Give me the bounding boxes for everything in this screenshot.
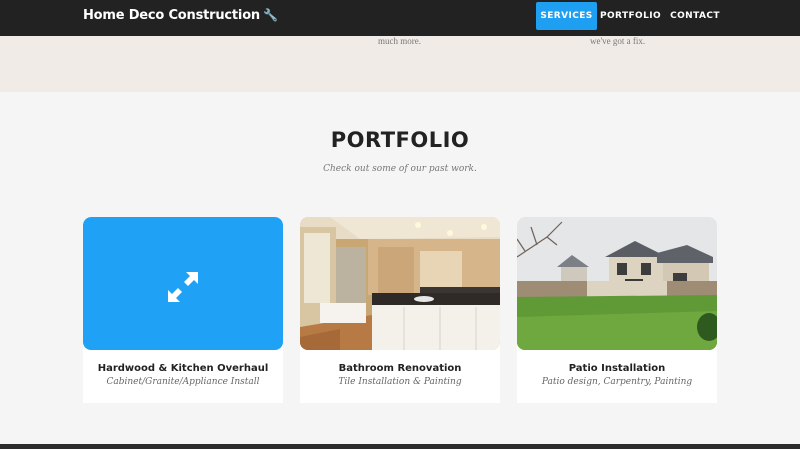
wrench-icon: 🔧 (262, 8, 278, 22)
portfolio-card-caption: Patio design, Carpentry, Painting (541, 377, 693, 387)
expand-icon (168, 272, 198, 302)
services-section: much more. we've got a fix. (0, 36, 800, 92)
portfolio-card[interactable]: Hardwood & Kitchen Overhaul Cabinet/Gran… (83, 217, 283, 403)
navbar: Home Deco Construction 🔧 SERVICES PORTFOL… (0, 0, 800, 36)
bathroom-photo[interactable] (300, 217, 500, 350)
nav-portfolio-link[interactable]: PORTFOLIO (600, 2, 661, 30)
house-patio-photo[interactable] (517, 217, 717, 350)
portfolio-hover-overlay[interactable] (83, 217, 283, 350)
portfolio-card-caption: Tile Installation & Painting (338, 377, 462, 387)
portfolio-card[interactable]: Patio Installation Patio design, Carpent… (517, 217, 717, 403)
service-description-fragment: we've got a fix. (590, 36, 646, 46)
portfolio-card-caption: Cabinet/Granite/Appliance Install (106, 377, 260, 387)
portfolio-card-title: Patio Installation (568, 363, 666, 374)
portfolio-card-title: Hardwood & Kitchen Overhaul (97, 363, 269, 374)
window-bottom-edge (0, 444, 800, 449)
portfolio-subheading: Check out some of our past work. (323, 164, 477, 174)
nav-services-link[interactable]: SERVICES (536, 2, 597, 30)
portfolio-card[interactable]: Bathroom Renovation Tile Installation & … (300, 217, 500, 403)
brand-link[interactable]: Home Deco Construction 🔧 (83, 8, 278, 23)
service-description-fragment: much more. (378, 36, 421, 46)
portfolio-card-title: Bathroom Renovation (338, 363, 462, 374)
brand-text: Home Deco Construction (83, 8, 260, 23)
nav-contact-link[interactable]: CONTACT (668, 2, 722, 30)
portfolio-heading: PORTFOLIO (330, 128, 470, 152)
